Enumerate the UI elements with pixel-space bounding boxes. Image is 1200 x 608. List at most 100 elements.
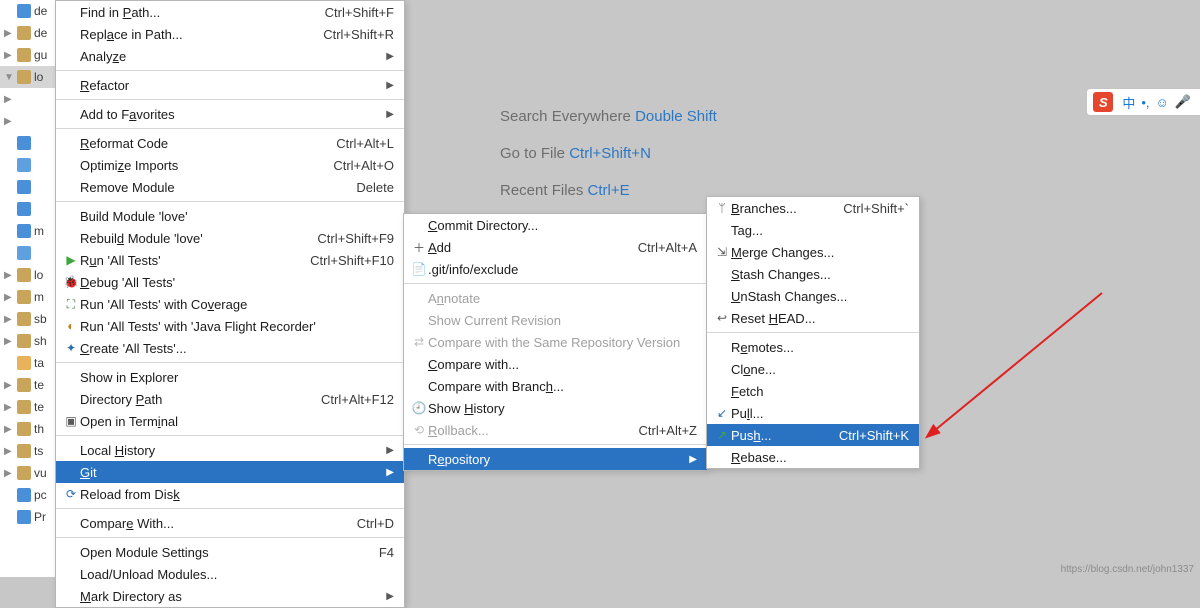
tree-row[interactable]: ▶ [0,110,55,132]
tree-row[interactable]: Pr [0,506,55,528]
menu-item[interactable]: Replace in Path...Ctrl+Shift+R [56,23,404,45]
tree-row[interactable]: ▶vu [0,462,55,484]
tree-row[interactable] [0,528,55,550]
menu-item[interactable]: ↗Push...Ctrl+Shift+K [707,424,919,446]
menu-item[interactable]: ᛘBranches...Ctrl+Shift+` [707,197,919,219]
menu-item[interactable]: 🐞Debug 'All Tests' [56,271,404,293]
menu-item-label: Rollback... [428,423,608,438]
tree-row[interactable] [0,198,55,220]
menu-item[interactable]: Rebuild Module 'love'Ctrl+Shift+F9 [56,227,404,249]
menu-item[interactable]: Directory PathCtrl+Alt+F12 [56,388,404,410]
menu-item[interactable]: Rebase... [707,446,919,468]
tree-row[interactable]: ▶gu [0,44,55,66]
tree-row[interactable]: ▶te [0,396,55,418]
menu-item[interactable]: ✦Create 'All Tests'... [56,337,404,359]
menu-item[interactable]: Local History▶ [56,439,404,461]
git-submenu[interactable]: Commit Directory...＋AddCtrl+Alt+A📄.git/i… [403,213,708,471]
ime-lang[interactable]: 中 [1122,93,1135,112]
submenu-arrow-icon: ▶ [356,467,394,478]
tree-row[interactable] [0,154,55,176]
menu-item-label: Compare with... [428,357,697,372]
menu-item[interactable]: Remotes... [707,336,919,358]
menu-item[interactable]: Stash Changes... [707,263,919,285]
menu-item[interactable]: ◐Run 'All Tests' with 'Java Flight Recor… [56,315,404,337]
menu-item[interactable]: Analyze▶ [56,45,404,67]
menu-item-label: Compare with the Same Repository Version [428,335,697,350]
menu-item[interactable]: Compare with Branch... [404,375,707,397]
tree-row[interactable]: ▶lo [0,264,55,286]
menu-item-label: Compare with Branch... [428,379,697,394]
menu-separator [56,201,404,202]
menu-item[interactable]: ＋AddCtrl+Alt+A [404,236,707,258]
menu-item[interactable]: Repository▶ [404,448,707,470]
tree-row[interactable]: pc [0,484,55,506]
menu-item[interactable]: 📄.git/info/exclude [404,258,707,280]
tree-row[interactable]: ▶sb [0,308,55,330]
menu-item[interactable]: Load/Unload Modules... [56,563,404,585]
tree-row[interactable]: ▶ts [0,440,55,462]
menu-item[interactable]: Show in Explorer [56,366,404,388]
menu-item[interactable]: Refactor▶ [56,74,404,96]
tree-row[interactable] [0,242,55,264]
menu-item-label: Remotes... [731,340,909,355]
submenu-arrow-icon: ▶ [356,109,394,120]
tip-search-label: Search Everywhere [500,108,635,125]
menu-item-icon: ▶ [62,253,80,267]
tree-row[interactable]: de [0,0,55,22]
tree-row[interactable]: ▶sh [0,330,55,352]
menu-item[interactable]: UnStash Changes... [707,285,919,307]
tree-row[interactable]: ▶m [0,286,55,308]
menu-item[interactable]: Git▶ [56,461,404,483]
menu-item-label: Reset HEAD... [731,311,909,326]
repository-submenu[interactable]: ᛘBranches...Ctrl+Shift+`Tag...⇲Merge Cha… [706,196,920,469]
menu-item[interactable]: Fetch [707,380,919,402]
menu-item-icon: ◐ [62,319,80,333]
menu-item-shortcut: Ctrl+Alt+Z [608,423,697,438]
menu-item[interactable]: ▣Open in Terminal [56,410,404,432]
menu-item[interactable]: ↩Reset HEAD... [707,307,919,329]
menu-item-label: Run 'All Tests' with 'Java Flight Record… [80,319,394,334]
menu-item[interactable]: ↙Pull... [707,402,919,424]
menu-item[interactable]: Reformat CodeCtrl+Alt+L [56,132,404,154]
menu-item[interactable]: Clone... [707,358,919,380]
menu-item-label: Optimize Imports [80,158,303,173]
tree-row[interactable]: ▶ [0,88,55,110]
menu-item[interactable]: Mark Directory as▶ [56,585,404,607]
menu-item[interactable]: ⟳Reload from Disk [56,483,404,505]
tree-row[interactable]: ta [0,352,55,374]
ime-toolbar[interactable]: S 中 •, ☺ 🎤 [1086,88,1200,116]
menu-item[interactable]: Compare with... [404,353,707,375]
menu-item[interactable]: Compare With...Ctrl+D [56,512,404,534]
ime-emoji-icon[interactable]: ☺ [1156,95,1169,110]
context-menu-main[interactable]: Find in Path...Ctrl+Shift+FReplace in Pa… [55,0,405,608]
ime-punct[interactable]: •, [1141,95,1149,110]
menu-item[interactable]: Find in Path...Ctrl+Shift+F [56,1,404,23]
menu-item[interactable]: ▶Run 'All Tests'Ctrl+Shift+F10 [56,249,404,271]
menu-item[interactable]: Tag... [707,219,919,241]
menu-item-icon: ↙ [713,406,731,420]
ime-mic-icon[interactable]: 🎤 [1175,94,1191,110]
menu-item-shortcut: Ctrl+Shift+K [809,428,909,443]
menu-item[interactable]: ⇲Merge Changes... [707,241,919,263]
menu-item-shortcut: Ctrl+Shift+F [295,5,394,20]
menu-item-label: Find in Path... [80,5,295,20]
tree-row[interactable]: ▼lo [0,66,55,88]
menu-item-icon: ⟲ [410,423,428,437]
menu-item[interactable]: 🕘Show History [404,397,707,419]
menu-item-shortcut: Ctrl+Alt+F12 [291,392,394,407]
menu-item[interactable]: Commit Directory... [404,214,707,236]
tree-row[interactable]: ▶th [0,418,55,440]
menu-item[interactable]: Build Module 'love' [56,205,404,227]
tree-row[interactable]: ▶de [0,22,55,44]
menu-item[interactable]: ⛶Run 'All Tests' with Coverage [56,293,404,315]
menu-item[interactable]: Open Module SettingsF4 [56,541,404,563]
tree-row[interactable]: m [0,220,55,242]
tree-row[interactable]: ▶te [0,374,55,396]
menu-item[interactable]: Optimize ImportsCtrl+Alt+O [56,154,404,176]
tree-row[interactable] [0,132,55,154]
tree-row[interactable] [0,176,55,198]
menu-item[interactable]: Add to Favorites▶ [56,103,404,125]
menu-item[interactable]: Remove ModuleDelete [56,176,404,198]
project-tree[interactable]: de▶de▶gu▼lo▶▶m▶lo▶m▶sb▶shta▶te▶te▶th▶ts▶… [0,0,55,577]
menu-item-label: Remove Module [80,180,326,195]
